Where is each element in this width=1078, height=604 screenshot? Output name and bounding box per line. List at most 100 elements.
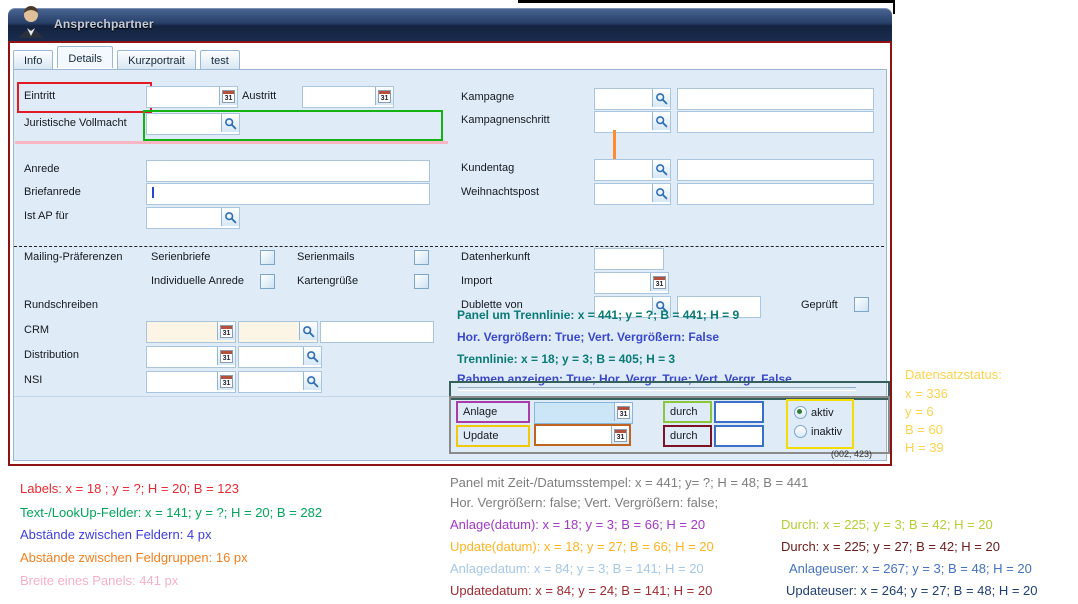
anlage-label-box: Anlage: [456, 401, 530, 423]
lookup-icon: [224, 211, 237, 224]
window-titlebar[interactable]: Ansprechpartner: [8, 8, 892, 41]
durch-update-box: durch: [663, 425, 712, 447]
annotation-updatedatum: Updatedatum: x = 84; y = 24; B = 141; H …: [450, 583, 712, 598]
ist-ap-fuer-field[interactable]: [146, 207, 240, 229]
geprueft-checkbox[interactable]: [854, 297, 869, 312]
inaktiv-radio[interactable]: inaktiv: [794, 425, 842, 438]
import-label: Import: [461, 275, 492, 287]
updatedatum-field[interactable]: 31: [534, 424, 631, 446]
briefanrede-field[interactable]: [146, 183, 430, 205]
lookup-icon: [306, 350, 319, 363]
crm-datepicker-button[interactable]: 31: [217, 322, 235, 340]
ist-ap-fuer-lookup-button[interactable]: [221, 208, 239, 226]
crm-text-field[interactable]: [320, 321, 434, 343]
lookup-icon: [302, 325, 315, 338]
update-label-box: Update: [456, 425, 530, 447]
anlagedatum-field[interactable]: 31: [534, 402, 633, 424]
annotation-anlagedatum: Anlagedatum: x = 84; y = 3; B = 141; H =…: [450, 561, 704, 576]
weihnachtspost-label: Weihnachtspost: [461, 186, 539, 198]
updateuser-field[interactable]: [714, 425, 764, 447]
kundentag-lookup-field[interactable]: [594, 159, 671, 181]
trennlinie-separator: [458, 387, 856, 391]
distribution-lookup-button[interactable]: [303, 347, 321, 365]
crm-date-field[interactable]: 31: [146, 321, 236, 343]
kundentag-lookup-button[interactable]: [652, 160, 670, 178]
calendar-icon: 31: [220, 325, 233, 338]
updatedatum-datepicker-button[interactable]: 31: [611, 426, 629, 444]
distribution-date-field[interactable]: 31: [146, 346, 236, 368]
aktiv-radio[interactable]: aktiv: [794, 406, 834, 419]
juristische-vollmacht-field[interactable]: [146, 113, 240, 135]
annotation-panel-stempel: Panel mit Zeit-/Datumsstempel: x = 441; …: [450, 475, 808, 490]
eintritt-label: Eintritt: [24, 90, 55, 102]
kampagne-lookup-field[interactable]: [594, 88, 671, 110]
kartengruesse-label: Kartengrüße: [297, 275, 358, 287]
annotation-datensatzstatus-h: H = 39: [905, 440, 944, 455]
distribution-datepicker-button[interactable]: 31: [217, 347, 235, 365]
annotation-labels: Labels: x = 18 ; y = ?; H = 20; B = 123: [20, 481, 239, 496]
annotation-datensatzstatus-y: y = 6: [905, 404, 934, 419]
kartengruesse-checkbox[interactable]: [414, 274, 429, 289]
nsi-date-field[interactable]: 31: [146, 371, 236, 393]
window-body: Info Details Kurzportrait test Eintritt …: [8, 41, 892, 466]
tab-info[interactable]: Info: [13, 50, 53, 70]
serienbriefe-checkbox[interactable]: [260, 250, 275, 265]
juristische-vollmacht-lookup-button[interactable]: [221, 114, 239, 132]
orange-marker-annotation: [613, 130, 616, 159]
inaktiv-radio-label: inaktiv: [811, 426, 842, 438]
annotation-updateuser: Updateuser: x = 264; y = 27; B = 48; H =…: [786, 583, 1038, 598]
eintritt-field[interactable]: 31: [146, 86, 238, 108]
annotation-datensatzstatus-title: Datensatzstatus:: [905, 367, 1002, 382]
details-tab-page: Eintritt 31 Austritt 31 Juristische Voll…: [13, 69, 887, 461]
individuelle-anrede-checkbox[interactable]: [260, 274, 275, 289]
annotation-trennlinie: Trennlinie: x = 18; y = 3; B = 405; H = …: [457, 352, 675, 366]
calendar-icon: 31: [617, 406, 630, 419]
kundentag-text-field[interactable]: [677, 159, 874, 181]
datenherkunft-field[interactable]: [594, 248, 664, 270]
weihnachtspost-lookup-field[interactable]: [594, 183, 671, 205]
anlageuser-field[interactable]: [714, 401, 764, 423]
crm-lookup-button[interactable]: [299, 322, 317, 340]
calendar-icon: 31: [220, 375, 233, 388]
nsi-lookup-field[interactable]: [238, 371, 322, 393]
kampagne-lookup-button[interactable]: [652, 89, 670, 107]
nsi-datepicker-button[interactable]: 31: [217, 372, 235, 390]
austritt-field[interactable]: 31: [302, 86, 394, 108]
lookup-icon: [655, 163, 668, 176]
anrede-field[interactable]: [146, 160, 430, 182]
tab-test[interactable]: test: [200, 50, 240, 70]
distribution-label: Distribution: [24, 349, 79, 361]
calendar-icon: 31: [614, 429, 627, 442]
import-date-field[interactable]: 31: [594, 272, 669, 294]
kampagne-text-field[interactable]: [677, 88, 874, 110]
annotation-update-datum: Update(datum): x = 18; y = 27; B = 66; H…: [450, 539, 714, 554]
annotation-breite-panel: Breite eines Panels: 441 px: [20, 573, 178, 588]
tab-kurzportrait[interactable]: Kurzportrait: [117, 50, 196, 70]
kampagnenschritt-text-field[interactable]: [677, 111, 874, 133]
nsi-label: NSI: [24, 374, 42, 386]
eintritt-datepicker-button[interactable]: 31: [219, 87, 237, 105]
distribution-lookup-field[interactable]: [238, 346, 322, 368]
crm-lookup-field[interactable]: [238, 321, 318, 343]
weihnachtspost-lookup-button[interactable]: [652, 184, 670, 202]
serienmails-checkbox[interactable]: [414, 250, 429, 265]
kampagnenschritt-lookup-button[interactable]: [652, 112, 670, 130]
calendar-icon: 31: [653, 276, 666, 289]
weihnachtspost-text-field[interactable]: [677, 183, 874, 205]
annotation-hor-vergr-false: Hor. Vergrößern: false; Vert. Vergrößern…: [450, 495, 718, 510]
austritt-datepicker-button[interactable]: 31: [375, 87, 393, 105]
serienbriefe-label: Serienbriefe: [151, 251, 210, 263]
kundentag-label: Kundentag: [461, 162, 514, 174]
left-panel-bottom-line: [14, 396, 449, 397]
dashed-group-separator: [14, 246, 884, 247]
tab-details[interactable]: Details: [57, 46, 113, 68]
anlagedatum-datepicker-button[interactable]: 31: [614, 403, 632, 421]
anrede-label: Anrede: [24, 163, 59, 175]
import-datepicker-button[interactable]: 31: [650, 273, 668, 291]
annotation-panel-um-trennlinie: Panel um Trennlinie: x = 441; y = ?; B =…: [457, 308, 739, 322]
serienmails-label: Serienmails: [297, 251, 354, 263]
nsi-lookup-button[interactable]: [303, 372, 321, 390]
kampagnenschritt-lookup-field[interactable]: [594, 111, 671, 133]
window-title: Ansprechpartner: [54, 17, 154, 31]
kampagnenschritt-label: Kampagnenschritt: [461, 114, 550, 126]
